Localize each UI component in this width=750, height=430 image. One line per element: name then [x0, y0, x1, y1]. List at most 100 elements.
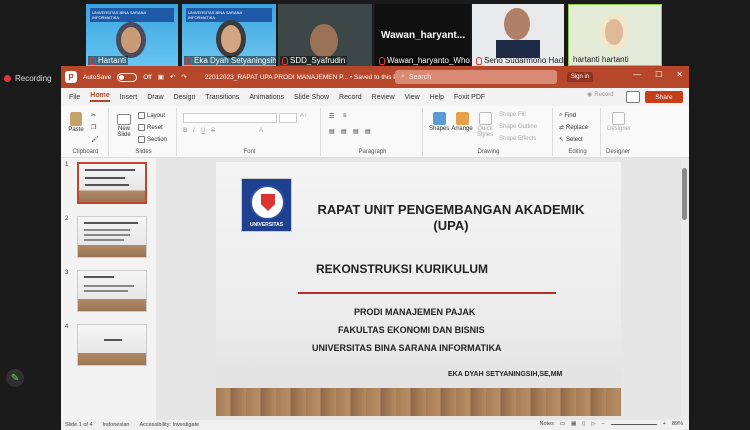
minimize-icon[interactable]: — [633, 70, 641, 79]
participant-tile[interactable]: SDD_Syafrudin [278, 4, 372, 66]
layout-button[interactable]: Layout [138, 112, 165, 119]
new-slide-button[interactable]: New Slide [113, 114, 135, 138]
menu-view[interactable]: View [405, 94, 420, 101]
menu-transitions[interactable]: Transitions [205, 94, 239, 101]
menu-draw[interactable]: Draw [147, 94, 163, 101]
section-button[interactable]: Section [138, 136, 167, 143]
grow-font-icon[interactable]: A↑ [300, 113, 307, 119]
slide-thumbnail-3[interactable] [77, 270, 147, 312]
menu-record[interactable]: Record [339, 94, 362, 101]
slide-thumbnail-2[interactable] [77, 216, 147, 258]
slide-count: Slide 1 of 4 [65, 422, 93, 428]
numbering-icon[interactable]: ≡ [343, 113, 347, 119]
normal-view-icon[interactable]: ▭ [560, 421, 565, 427]
slide-thumbnails-panel: 1 2 3 4 [61, 158, 156, 420]
shape-outline-button[interactable]: Shape Outline [499, 124, 537, 130]
participant-tile[interactable]: Wawan_haryant... Wawan_haryanto_Who [375, 4, 470, 66]
vertical-scrollbar[interactable] [681, 158, 689, 420]
slide-title[interactable]: RAPAT UNIT PENGEMBANGAN AKADEMIK (UPA) [301, 202, 601, 234]
underline-icon[interactable]: U [201, 128, 205, 134]
zoom-slider[interactable] [610, 423, 657, 425]
notes-button[interactable]: Notes [540, 421, 554, 427]
scrollbar-thumb[interactable] [682, 168, 687, 220]
participant-tile[interactable]: UNIVERSITAS BINA SARANA INFORMATIKA Eka … [182, 4, 276, 66]
slide-subtitle[interactable]: REKONSTRUKSI KURIKULUM [316, 262, 488, 276]
menu-insert[interactable]: Insert [120, 94, 138, 101]
slide-thumbnail-4[interactable] [77, 324, 147, 366]
file-title[interactable]: 22012023_RAPAT UPA PRODI MANAJEMEN P... … [205, 74, 408, 81]
comments-icon[interactable] [626, 91, 640, 103]
menu-foxit-pdf[interactable]: Foxit PDF [454, 94, 485, 101]
bullets-icon[interactable]: ☰ [329, 113, 334, 120]
annotate-pen-icon[interactable]: ✎ [6, 369, 24, 387]
bold-icon[interactable]: B [183, 128, 187, 134]
maximize-icon[interactable]: ☐ [655, 70, 662, 79]
slideshow-icon[interactable]: ▷ [591, 421, 595, 427]
slide-author[interactable]: EKA DYAH SETYANINGSIH,SE,MM [448, 371, 562, 378]
status-bar: Slide 1 of 4 Indonesian Accessibility: I… [61, 420, 689, 430]
menu-bar: File Home Insert Draw Design Transitions… [61, 88, 689, 106]
participant-tile[interactable]: UNIVERSITAS BINA SARANA INFORMATIKA Hart… [86, 4, 178, 66]
slide-text-fakultas[interactable]: FAKULTAS EKONOMI DAN BISNIS [338, 325, 485, 335]
quick-styles-button[interactable]: Quick Styles [475, 112, 495, 138]
shape-fill-button[interactable]: Shape Fill [499, 112, 526, 118]
format-painter-icon[interactable]: 🖌 [91, 136, 99, 143]
save-icon[interactable]: ▣ [158, 73, 164, 81]
replace-button[interactable]: ⇄ Replace [559, 124, 588, 132]
font-name-select[interactable] [183, 113, 277, 123]
paste-label: Paste [68, 127, 84, 133]
menu-design[interactable]: Design [174, 94, 196, 101]
share-button[interactable]: Share [645, 91, 683, 103]
italic-icon[interactable]: I [193, 128, 195, 134]
slide-sorter-icon[interactable]: ▦ [571, 421, 576, 427]
reading-view-icon[interactable]: ▯ [582, 421, 585, 427]
find-button[interactable]: ⌕ Find [559, 112, 576, 119]
slide-text-universitas[interactable]: UNIVERSITAS BINA SARANA INFORMATIKA [312, 343, 502, 353]
designer-button[interactable]: Designer [607, 112, 631, 132]
font-label: Font [243, 149, 256, 155]
search-box[interactable]: ⌕ Search [395, 70, 557, 84]
language[interactable]: Indonesian [103, 422, 130, 428]
align-center-icon[interactable]: ▤ [341, 128, 347, 135]
shape-effects-button[interactable]: Shape Effects [499, 136, 536, 142]
participant-tile[interactable]: Seno Sudarmono Hadi [472, 4, 564, 66]
menu-file[interactable]: File [69, 94, 80, 101]
undo-icon[interactable]: ↶ [170, 73, 175, 81]
current-slide[interactable]: UNIVERSITAS RAPAT UNIT PENGEMBANGAN AKAD… [216, 162, 621, 416]
justify-icon[interactable]: ▤ [365, 128, 371, 135]
shapes-button[interactable]: Shapes [429, 112, 449, 132]
align-right-icon[interactable]: ▤ [353, 128, 359, 135]
accessibility-status[interactable]: Accessibility: Investigate [139, 422, 199, 428]
zoom-in-icon[interactable]: + [663, 421, 666, 427]
new-slide-icon [117, 114, 131, 125]
align-left-icon[interactable]: ▤ [329, 128, 335, 135]
paste-button[interactable]: Paste [67, 112, 85, 133]
slide-thumbnail-1[interactable] [77, 162, 147, 204]
sign-in-button[interactable]: Sign in [567, 72, 593, 82]
menu-review[interactable]: Review [372, 94, 395, 101]
redo-icon[interactable]: ↷ [181, 73, 186, 81]
zoom-out-icon[interactable]: − [602, 421, 605, 427]
reset-button[interactable]: Reset [138, 124, 163, 131]
menu-animations[interactable]: Animations [249, 94, 284, 101]
select-button[interactable]: ↖ Select [559, 136, 583, 144]
menu-slide-show[interactable]: Slide Show [294, 94, 329, 101]
record-label: Record [594, 91, 614, 98]
participant-tile-active[interactable]: hartanti hartanti [568, 4, 662, 66]
close-icon[interactable]: ✕ [676, 70, 683, 79]
strikethrough-icon[interactable]: S [211, 128, 215, 134]
slide-text-prodi[interactable]: PRODI MANAJEMEN PAJAK [354, 307, 475, 317]
zoom-level[interactable]: 89% [672, 421, 683, 427]
autosave-toggle[interactable] [117, 72, 138, 82]
menu-help[interactable]: Help [430, 94, 444, 101]
autosave-state: Off [143, 73, 152, 81]
participant-name: Seno Sudarmono Hadi [484, 56, 564, 65]
cut-icon[interactable]: ✂ [91, 112, 96, 119]
record-button[interactable]: ◉ Record [587, 91, 614, 99]
slides-group: New Slide Layout Reset Section Slides [111, 108, 177, 156]
font-size-select[interactable] [279, 113, 297, 123]
arrange-button[interactable]: Arrange [451, 112, 473, 132]
menu-home[interactable]: Home [90, 92, 110, 102]
copy-icon[interactable]: ❐ [91, 124, 96, 131]
font-color-icon[interactable]: A [259, 128, 263, 134]
